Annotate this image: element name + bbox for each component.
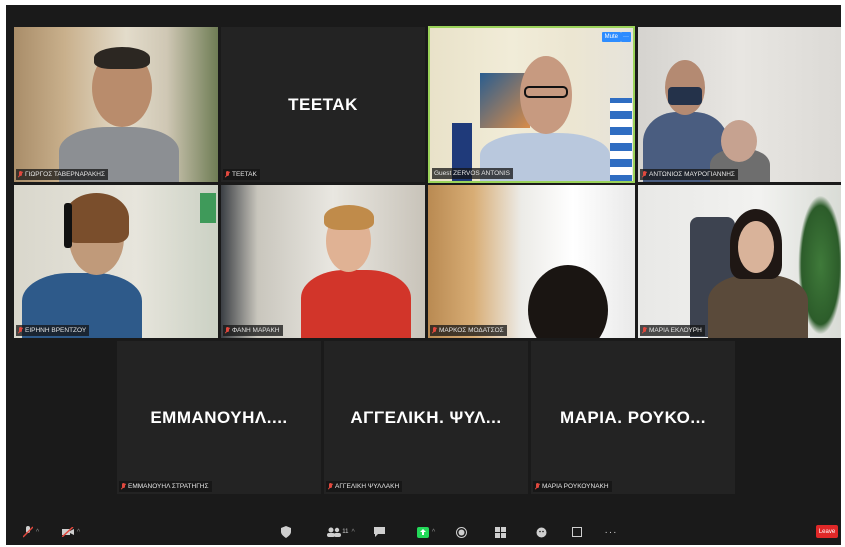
- chevron-up-icon[interactable]: ^: [36, 529, 39, 536]
- record-button[interactable]: [453, 523, 469, 541]
- participant-name-bar: ΕΜΜΑΝΟΥΗΛ ΣΤΡΑΤΗΓΗΣ: [119, 481, 212, 492]
- hair: [64, 193, 129, 243]
- video-tile[interactable]: ΜΑΡΙΑ ΕΚΛΟΥΡΗ: [638, 185, 841, 338]
- leave-button[interactable]: Leave: [816, 525, 838, 538]
- hair: [94, 47, 150, 69]
- participant-display-name: ΤΕΕΤΑΚ: [288, 94, 358, 114]
- participant-name-bar: ΓΙΩΡΓΟΣ ΤΑΒΕΡΝΑΡΑΚΗΣ: [16, 169, 109, 180]
- participants-icon: [327, 527, 342, 537]
- participant-name-bar: ΤΕΕΤΑΚ: [223, 169, 260, 180]
- participant-name: Guest ZERVOS ANTONIS: [434, 170, 510, 177]
- participant-name-bar: ΕΙΡΗΝΗ ΒΡΕΝΤΖΟΥ: [16, 325, 90, 336]
- chat-icon: [373, 527, 385, 537]
- breakout-icon: [494, 526, 506, 538]
- participant-name: ΦΑΝΗ ΜΑΡΑΚΗ: [232, 327, 280, 334]
- participant-name: ΑΝΤΩΝΙΟΣ ΜΑΥΡΟΓΙΑΝΝΗΣ: [649, 171, 735, 178]
- mic-muted-icon: [328, 483, 333, 490]
- video-tile[interactable]: ΓΙΩΡΓΟΣ ΤΑΒΕΡΝΑΡΑΚΗΣ: [14, 27, 218, 182]
- participant-display-name: ΜΑΡΙΑ. ΡΟΥΚΟ...: [559, 407, 707, 427]
- video-tile[interactable]: ΦΑΝΗ ΜΑΡΑΚΗ: [221, 185, 425, 338]
- participants-button[interactable]: 11 ^: [326, 523, 356, 541]
- mic-muted-icon: [432, 327, 437, 334]
- meeting-toolbar: ^ ^ 11 ^ ^ ··· Leave: [6, 519, 841, 545]
- mic-muted-icon: [642, 171, 647, 178]
- video-tile[interactable]: ΜΑΡΚΟΣ ΜΟΔΑΤΣΟΣ: [428, 185, 635, 338]
- mic-muted-icon: [121, 483, 126, 490]
- security-icon: [281, 526, 291, 538]
- chevron-up-icon[interactable]: ^: [77, 529, 80, 536]
- participant-name: ΓΙΩΡΓΟΣ ΤΑΒΕΡΝΑΡΑΚΗΣ: [25, 171, 106, 178]
- participant-name: ΜΑΡΚΟΣ ΜΟΔΑΤΣΟΣ: [439, 327, 504, 334]
- video-tile[interactable]: ΜΑΡΙΑ. ΡΟΥΚΟ... ΜΑΡΙΑ ΡΟΥΚΟΥΝΑΚΗ: [531, 341, 735, 494]
- share-screen-button[interactable]: ^: [411, 523, 441, 541]
- face-mask: [668, 87, 702, 105]
- participants-count: 11: [342, 529, 349, 535]
- record-icon: [455, 526, 467, 538]
- participant-name-bar: ΜΑΡΙΑ ΕΚΛΟΥΡΗ: [640, 325, 705, 336]
- participant-name: ΕΙΡΗΝΗ ΒΡΕΝΤΖΟΥ: [25, 327, 87, 334]
- participant-name-bar: ΑΝΤΩΝΙΟΣ ΜΑΥΡΟΓΙΑΝΝΗΣ: [640, 169, 738, 180]
- apps-icon: [572, 527, 582, 537]
- hair: [324, 205, 374, 230]
- reactions-button[interactable]: [533, 523, 549, 541]
- mute-button[interactable]: Mute: [601, 32, 621, 42]
- wall-sign: [200, 193, 216, 223]
- face: [738, 221, 774, 273]
- reactions-icon: [536, 527, 546, 537]
- video-tile[interactable]: ΕΙΡΗΝΗ ΒΡΕΝΤΖΟΥ: [14, 185, 218, 338]
- video-off-icon: [61, 527, 74, 537]
- video-tile[interactable]: ΑΓΓΕΛΙΚΗ. ΨΥΛ... ΑΓΓΕΛΙΚΗ ΨΥΛΛΑΚΗ: [324, 341, 528, 494]
- meeting-gallery: ΓΙΩΡΓΟΣ ΤΑΒΕΡΝΑΡΑΚΗΣ ΤΕΕΤΑΚ ΤΕΕΤΑΚ Mute …: [6, 5, 841, 545]
- participant-figure: [301, 270, 411, 338]
- breakout-rooms-button[interactable]: [492, 523, 508, 541]
- participant-name-bar: ΦΑΝΗ ΜΑΡΑΚΗ: [223, 325, 283, 336]
- participant-name-bar: ΜΑΡΚΟΣ ΜΟΔΑΤΣΟΣ: [430, 325, 507, 336]
- mic-muted-icon: [535, 483, 540, 490]
- mic-muted-icon: [225, 171, 230, 178]
- start-video-button[interactable]: ^: [56, 523, 86, 541]
- chevron-up-icon[interactable]: ^: [351, 529, 354, 536]
- mic-muted-icon: [642, 327, 647, 334]
- security-button[interactable]: [278, 523, 294, 541]
- mic-muted-icon: [22, 526, 33, 538]
- mic-muted-icon: [225, 327, 230, 334]
- video-tile[interactable]: ΕΜΜΑΝΟΥΗΛ.... ΕΜΜΑΝΟΥΗΛ ΣΤΡΑΤΗΓΗΣ: [117, 341, 321, 494]
- more-button[interactable]: ···: [603, 523, 619, 541]
- participant-name: ΜΑΡΙΑ ΕΚΛΟΥΡΗ: [649, 327, 702, 334]
- participant-name: ΑΓΓΕΛΙΚΗ ΨΥΛΛΑΚΗ: [335, 483, 400, 490]
- chevron-up-icon[interactable]: ^: [432, 529, 435, 536]
- apps-button[interactable]: [569, 523, 585, 541]
- more-icon: ···: [604, 526, 618, 538]
- unmute-button[interactable]: ^: [16, 523, 46, 541]
- chat-button[interactable]: [371, 523, 387, 541]
- video-tile[interactable]: ΤΕΕΤΑΚ ΤΕΕΤΑΚ: [221, 27, 425, 182]
- participant-name: ΕΜΜΑΝΟΥΗΛ ΣΤΡΑΤΗΓΗΣ: [128, 483, 209, 490]
- participant-name-bar: Guest ZERVOS ANTONIS: [432, 168, 513, 179]
- share-screen-icon: [416, 526, 429, 538]
- mic-muted-icon: [18, 171, 23, 178]
- participant-figure: [721, 120, 757, 162]
- greek-flag: [610, 98, 632, 181]
- participant-figure: [708, 275, 808, 338]
- video-tile[interactable]: ΑΝΤΩΝΙΟΣ ΜΑΥΡΟΓΙΑΝΝΗΣ: [638, 27, 841, 182]
- participant-name-bar: ΑΓΓΕΛΙΚΗ ΨΥΛΛΑΚΗ: [326, 481, 403, 492]
- video-tile-active-speaker[interactable]: Mute ··· Guest ZERVOS ANTONIS: [428, 26, 635, 183]
- more-options-button[interactable]: ···: [621, 32, 631, 42]
- participant-name: ΤΕΕΤΑΚ: [232, 171, 257, 178]
- participant-name: ΜΑΡΙΑ ΡΟΥΚΟΥΝΑΚΗ: [542, 483, 609, 490]
- participant-name-bar: ΜΑΡΙΑ ΡΟΥΚΟΥΝΑΚΗ: [533, 481, 612, 492]
- mic-muted-icon: [18, 327, 23, 334]
- headset: [64, 203, 72, 248]
- participant-display-name: ΑΓΓΕΛΙΚΗ. ΨΥΛ...: [350, 407, 502, 427]
- glasses: [524, 86, 568, 98]
- participant-display-name: ΕΜΜΑΝΟΥΗΛ....: [150, 407, 288, 427]
